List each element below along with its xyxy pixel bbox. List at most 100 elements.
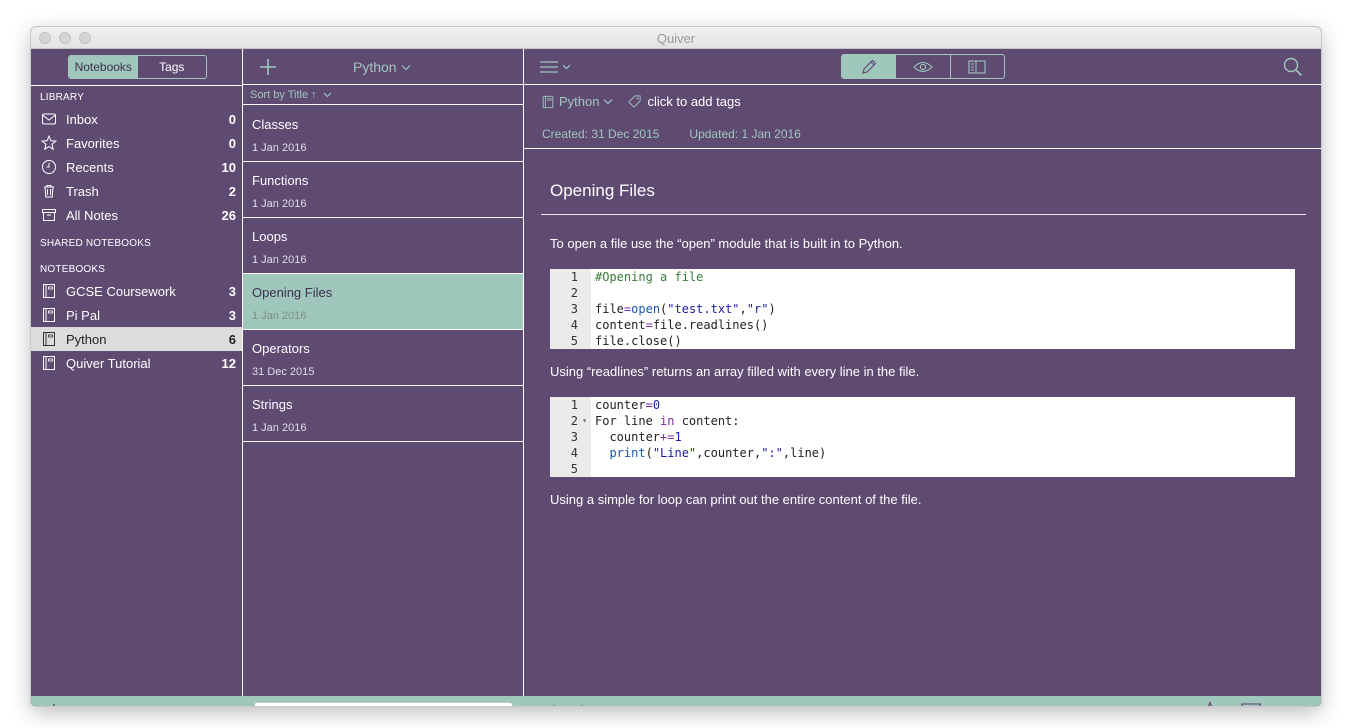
note-notebook-label: Python: [559, 94, 600, 109]
list-item[interactable]: Opening Files 1 Jan 2016: [243, 274, 523, 330]
title-bar: Quiver: [31, 27, 1321, 49]
notebook-icon: [41, 331, 57, 347]
notebook-icon: [41, 283, 57, 299]
preview-mode-button[interactable]: [895, 55, 949, 78]
note-date: 31 Dec 2015: [252, 366, 315, 378]
note-notebook-selector[interactable]: Python: [541, 94, 613, 109]
code-text: content=file.readlines(): [595, 318, 769, 332]
code-text: print("Line",counter,":",line): [609, 446, 827, 460]
sidebar-item-label: All Notes: [66, 207, 119, 223]
sidebar-item-all-notes[interactable]: All Notes 26: [31, 203, 242, 227]
sidebar-item-label: GCSE Coursework: [66, 283, 176, 299]
sidebar-item-python[interactable]: Python 6: [31, 327, 242, 351]
sidebar-item-recents[interactable]: Recents 10: [31, 155, 242, 179]
sort-menu[interactable]: Sort by Title ↑: [243, 86, 523, 105]
item-count: 6: [228, 331, 236, 347]
chevron-down-icon: [401, 64, 411, 70]
notebook-icon: [41, 355, 57, 371]
star-icon: [41, 135, 57, 151]
note-title: Opening Files: [252, 285, 333, 300]
split-mode-button[interactable]: [949, 55, 1004, 78]
more-options-button[interactable]: [1281, 704, 1307, 706]
shared-notebooks-section-label: SHARED NOTEBOOKS: [40, 238, 151, 249]
code-line: 5 file.close(): [550, 333, 1295, 349]
new-note-button[interactable]: [259, 58, 277, 76]
sidebar-item-label: Trash: [66, 183, 99, 199]
code-line: 1 counter=0: [550, 397, 1295, 413]
notebooks-section-label: NOTEBOOKS: [40, 264, 106, 275]
tab-notebooks[interactable]: Notebooks: [69, 56, 138, 78]
forward-button[interactable]: [578, 702, 592, 706]
archive-icon: [41, 207, 57, 223]
sidebar-item-label: Recents: [66, 159, 114, 175]
note-title: Loops: [252, 229, 288, 244]
cell-menu-button[interactable]: [540, 59, 576, 75]
filter-field[interactable]: [254, 702, 513, 706]
app-window: Quiver Notebooks Tags LIBRARY Inbox 0 Fa…: [31, 27, 1321, 706]
note-editor: Python click to add tags Created: 31 Dec…: [524, 49, 1321, 706]
add-notebook-button[interactable]: [45, 703, 63, 706]
note-title: Classes: [252, 117, 299, 132]
filter-input[interactable]: [278, 705, 508, 706]
editor-toolbar: [524, 49, 1321, 85]
tab-tags[interactable]: Tags: [138, 56, 207, 78]
chevron-right-icon: [580, 703, 584, 706]
notebook-selector-label: Python: [353, 59, 397, 75]
add-tags-field[interactable]: click to add tags: [627, 94, 741, 109]
line-number: 1: [550, 269, 591, 285]
clock-icon: [41, 159, 57, 175]
code-text: #Opening a file: [595, 270, 704, 284]
fold-arrow-icon[interactable]: ▾: [582, 413, 587, 429]
note-dates: Created: 31 Dec 2015 Updated: 1 Jan 2016: [542, 127, 801, 141]
favorite-button[interactable]: [1199, 701, 1221, 706]
code-text: For line in content:: [595, 414, 740, 428]
pencil-icon: [861, 59, 877, 74]
line-number: 1: [550, 397, 591, 413]
sidebar-item-label: Python: [66, 331, 107, 347]
list-item[interactable]: Strings 1 Jan 2016: [243, 386, 523, 442]
line-number: 3: [550, 429, 591, 445]
sidebar-item-favorites[interactable]: Favorites 0: [31, 131, 242, 155]
line-number: 5: [550, 333, 591, 349]
sidebar-item-trash[interactable]: Trash 2: [31, 179, 242, 203]
split-view-icon: [968, 59, 986, 74]
back-button[interactable]: [544, 702, 558, 706]
edit-mode-button[interactable]: [842, 55, 896, 78]
paragraph: Using “readlines” returns an array fille…: [550, 364, 920, 379]
code-block[interactable]: 1 #Opening a file 2 3 file=open("test.txt"…: [550, 269, 1295, 349]
trash-icon: [41, 183, 57, 199]
list-item[interactable]: Functions 1 Jan 2016: [243, 162, 523, 218]
code-line: 2 ▾ For line in content:: [550, 413, 1295, 429]
sidebar-item-pi-pal[interactable]: Pi Pal 3: [31, 303, 242, 327]
created-date: Created: 31 Dec 2015: [542, 127, 660, 141]
code-text: file.close(): [595, 334, 682, 348]
note-meta-row: Python click to add tags: [541, 94, 741, 109]
code-line: 4 content=file.readlines(): [550, 317, 1295, 333]
sidebar: Notebooks Tags LIBRARY Inbox 0 Favorites…: [31, 49, 243, 706]
code-line: 3 counter+=1: [550, 429, 1295, 445]
notebook-selector[interactable]: Python: [353, 59, 411, 75]
heading-rule: [541, 214, 1306, 215]
list-item[interactable]: Loops 1 Jan 2016: [243, 218, 523, 274]
note-list-panel: Python Sort by Title ↑ Classes 1 Jan 201…: [243, 49, 524, 706]
list-item[interactable]: Operators 31 Dec 2015: [243, 330, 523, 386]
sidebar-item-quiver-tutorial[interactable]: Quiver Tutorial 12: [31, 351, 242, 375]
list-item[interactable]: Classes 1 Jan 2016: [243, 106, 523, 162]
search-button[interactable]: [1283, 57, 1303, 77]
sidebar-item-gcse-coursework[interactable]: GCSE Coursework 3: [31, 279, 242, 303]
note-list-header: Python: [243, 49, 523, 85]
item-count: 3: [228, 283, 236, 299]
presentation-button[interactable]: [1240, 701, 1262, 706]
line-number: 4: [550, 317, 591, 333]
sidebar-bottom-bar: [31, 696, 243, 706]
code-block[interactable]: 1 counter=0 2 ▾ For line in content: 3 coun…: [550, 397, 1295, 477]
sidebar-item-label: Inbox: [66, 111, 98, 127]
notebook-icon: [41, 307, 57, 323]
code-line: 3 file=open("test.txt","r"): [550, 301, 1295, 317]
star-icon: [1207, 701, 1213, 706]
notebook-icon: [542, 95, 554, 108]
sidebar-item-inbox[interactable]: Inbox 0: [31, 107, 242, 131]
note-heading: Opening Files: [550, 181, 655, 200]
note-date: 1 Jan 2016: [252, 198, 307, 210]
